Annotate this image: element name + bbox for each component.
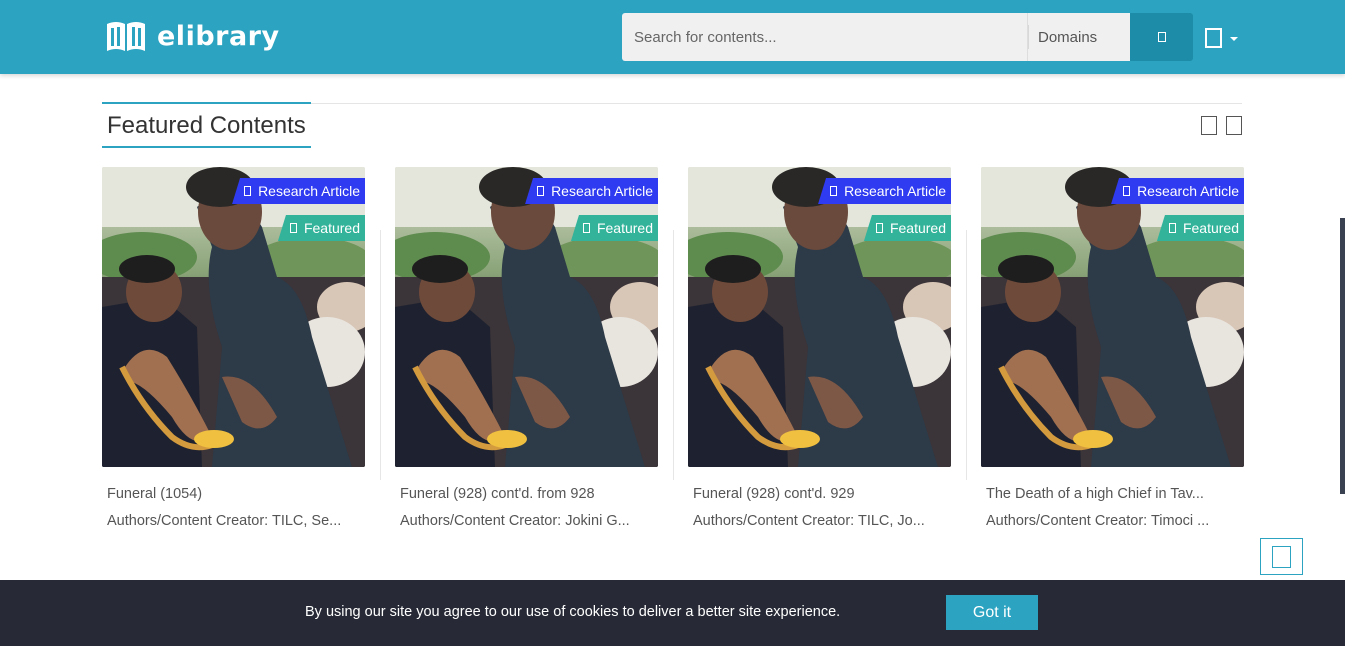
file-icon [244, 186, 252, 196]
research-article-badge: Research Article [1111, 178, 1244, 204]
cookie-accept-button[interactable]: Got it [946, 595, 1038, 630]
brand-logo[interactable]: elibrary [105, 18, 280, 54]
cookie-message: By using our site you agree to our use o… [305, 604, 841, 620]
file-icon [1123, 186, 1131, 196]
search-icon [1157, 32, 1166, 42]
card-authors: Authors/Content Creator: Timoci ... [986, 513, 1210, 529]
card-title[interactable]: The Death of a high Chief in Tav... [986, 486, 1241, 502]
featured-carousel: Research Article Featured Funeral (1054)… [102, 167, 1244, 547]
search-input[interactable] [622, 13, 1027, 61]
featured-badge: Featured [1156, 215, 1244, 241]
featured-badge: Featured [570, 215, 658, 241]
featured-badge: Featured [863, 215, 951, 241]
content-thumbnail[interactable] [981, 167, 1244, 467]
research-article-badge: Research Article [232, 178, 365, 204]
content-thumbnail[interactable] [102, 167, 365, 467]
card-divider [966, 230, 967, 480]
card-authors: Authors/Content Creator: TILC, Jo... [693, 513, 925, 529]
star-icon [582, 223, 590, 233]
domains-dropdown[interactable]: Domains [1027, 13, 1130, 61]
arrow-right-icon[interactable] [1226, 116, 1242, 135]
card-divider [380, 230, 381, 480]
carousel-controls [1201, 116, 1242, 135]
card-authors: Authors/Content Creator: Jokini G... [400, 513, 630, 529]
side-panel-edge [1340, 218, 1345, 494]
star-icon [1168, 223, 1176, 233]
arrow-up-icon [1272, 545, 1291, 568]
card-title[interactable]: Funeral (1054) [107, 486, 362, 502]
star-icon [875, 223, 883, 233]
arrow-left-icon[interactable] [1201, 116, 1217, 135]
featured-badge: Featured [277, 215, 365, 241]
content-thumbnail[interactable] [688, 167, 951, 467]
scroll-to-top-button[interactable] [1260, 538, 1303, 575]
cookie-consent-bar: By using our site you agree to our use o… [0, 580, 1345, 646]
brand-name: elibrary [157, 20, 280, 52]
card-divider [673, 230, 674, 480]
file-icon [830, 186, 838, 196]
search-button[interactable] [1130, 13, 1193, 61]
card-authors: Authors/Content Creator: TILC, Se... [107, 513, 342, 529]
research-article-badge: Research Article [525, 178, 658, 204]
research-article-badge: Research Article [818, 178, 951, 204]
content-card[interactable]: Research Article Featured Funeral (928) … [395, 167, 658, 537]
content-card[interactable]: Research Article Featured Funeral (1054)… [102, 167, 365, 537]
section-title: Featured Contents [102, 102, 311, 148]
card-title[interactable]: Funeral (928) cont'd. from 928 [400, 486, 655, 502]
content-thumbnail[interactable] [395, 167, 658, 467]
book-icon [107, 22, 145, 51]
star-icon [289, 223, 297, 233]
search-bar: Domains [622, 13, 1194, 61]
user-icon [1205, 28, 1222, 48]
user-menu[interactable] [1205, 28, 1238, 48]
domains-label: Domains [1038, 28, 1098, 46]
top-navbar: elibrary Domains [0, 0, 1345, 74]
caret-down-icon [1230, 37, 1238, 41]
content-card[interactable]: Research Article Featured The Death of a… [981, 167, 1244, 537]
featured-section-header: Featured Contents [102, 102, 1242, 149]
content-card[interactable]: Research Article Featured Funeral (928) … [688, 167, 951, 537]
file-icon [537, 186, 545, 196]
card-title[interactable]: Funeral (928) cont'd. 929 [693, 486, 948, 502]
